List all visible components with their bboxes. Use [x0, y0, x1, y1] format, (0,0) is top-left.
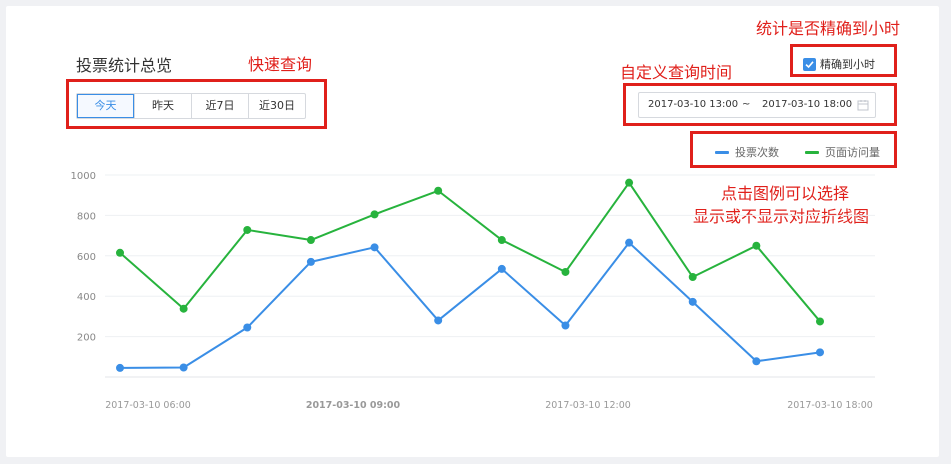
annotation-custom-time: 自定义查询时间 [620, 63, 733, 82]
legend-item-votes[interactable]: 投票次数 [715, 144, 779, 160]
annotation-quick-query: 快速查询 [248, 55, 313, 74]
precise-hour-checkbox[interactable]: 精确到小时 [803, 56, 875, 72]
date-range-separator: ~ [742, 99, 751, 110]
btn-yesterday[interactable]: 昨天 [134, 94, 191, 118]
btn-last-30-days[interactable]: 近30日 [248, 94, 305, 118]
calendar-icon[interactable] [857, 99, 869, 111]
date-range-picker[interactable]: 2017-03-10 13:00 ~ 2017-03-10 18:00 [638, 92, 876, 118]
date-range-start[interactable]: 2017-03-10 13:00 [648, 99, 738, 110]
date-range-end[interactable]: 2017-03-10 18:00 [762, 99, 852, 110]
annotation-legend-line2: 显示或不显示对应折线图 [693, 207, 870, 226]
page-title: 投票统计总览 [76, 56, 173, 75]
annotation-legend-line1: 点击图例可以选择 [721, 184, 850, 203]
btn-last-7-days[interactable]: 近7日 [191, 94, 248, 118]
legend-swatch-votes [715, 150, 729, 154]
annotation-precise-hour: 统计是否精确到小时 [756, 19, 901, 38]
legend-swatch-views [805, 150, 819, 154]
legend-item-views[interactable]: 页面访问量 [805, 144, 880, 160]
checkmark-icon[interactable] [803, 57, 816, 71]
quick-query-buttons: 今天 昨天 近7日 近30日 [76, 93, 306, 119]
legend-label-votes: 投票次数 [735, 146, 779, 159]
legend-label-views: 页面访问量 [825, 146, 880, 159]
precise-hour-label: 精确到小时 [820, 58, 875, 71]
btn-today[interactable]: 今天 [77, 94, 134, 118]
